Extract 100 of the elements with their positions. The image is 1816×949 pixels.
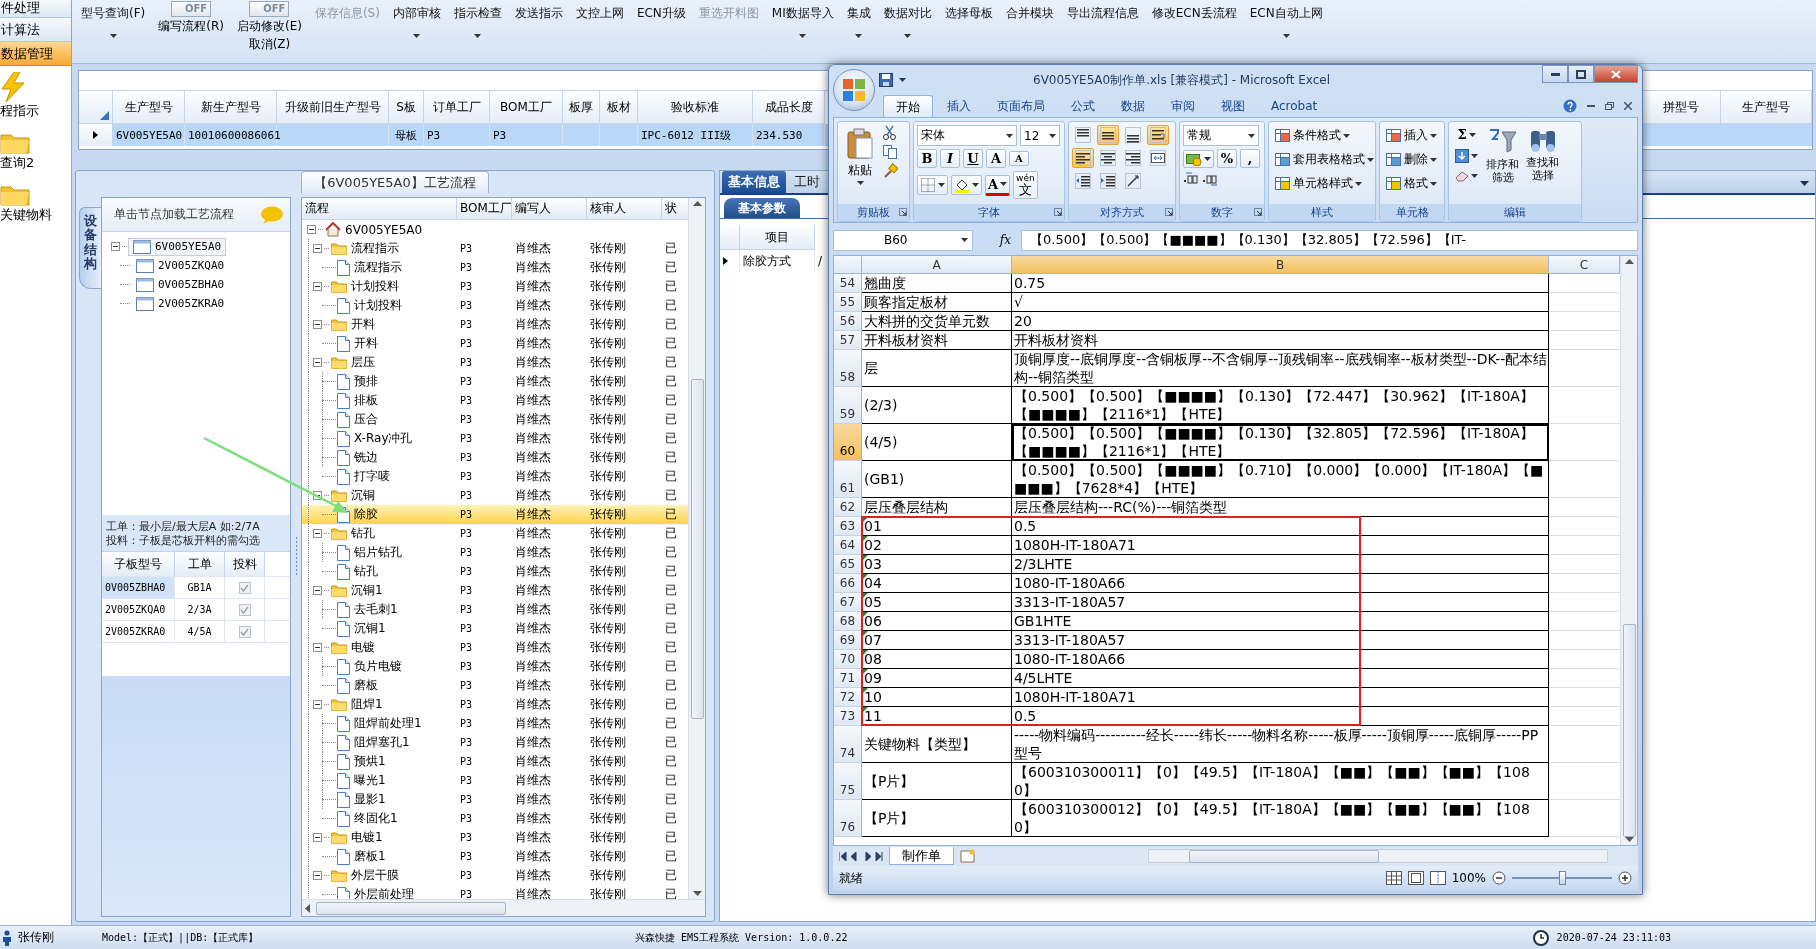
zoom-out-icon[interactable]	[1492, 871, 1506, 885]
page-break-icon[interactable]	[1429, 871, 1446, 885]
column-header[interactable]: BOM工厂	[490, 91, 563, 124]
name-box[interactable]: B60	[833, 229, 973, 251]
tree-row[interactable]: 预烘1 P3 肖维杰 张传刚 已	[302, 752, 688, 771]
autosum-button[interactable]: Σ	[1452, 125, 1481, 144]
column-header[interactable]: 板厚	[563, 91, 600, 124]
row-header[interactable]: 54	[834, 274, 862, 293]
expander-icon[interactable]	[313, 833, 322, 842]
minimize-button[interactable]	[1542, 65, 1568, 83]
toolbar-button[interactable]: 取消(Z)	[248, 36, 291, 53]
cells-button[interactable]: 删除	[1383, 149, 1440, 170]
tree-row[interactable]: 电镀 P3 肖维杰 张传刚 已	[302, 638, 688, 657]
slider-thumb[interactable]	[1559, 871, 1566, 885]
column-header[interactable]: 订单工厂	[424, 91, 490, 124]
toolbar-button[interactable]: ECN升级	[636, 0, 686, 22]
expander-icon[interactable]	[313, 643, 322, 652]
ribbon-tab[interactable]: Acrobat	[1259, 95, 1330, 117]
column-header[interactable]: 生产型号	[113, 91, 185, 124]
page-layout-icon[interactable]	[1407, 871, 1424, 885]
shrink-font-button[interactable]: A	[1009, 151, 1029, 166]
column-header[interactable]: 工单	[175, 552, 225, 576]
scissors-icon[interactable]	[882, 125, 898, 141]
toolbar-button[interactable]: 启动修改(E)	[236, 18, 302, 35]
format-button[interactable]	[1122, 148, 1144, 168]
tree-row[interactable]: 磨板 P3 肖维杰 张传刚 已	[302, 676, 688, 695]
scrollbar[interactable]	[1620, 256, 1637, 845]
toolbar-button[interactable]: ECN自动上网	[1249, 0, 1323, 38]
nav-item[interactable]: 件处理	[0, 0, 71, 18]
toolbar-button[interactable]: 修改ECN丢流程	[1151, 0, 1237, 22]
ribbon-tab[interactable]: 页面布局	[985, 95, 1057, 117]
tree-row[interactable]: 电镀1 P3 肖维杰 张传刚 已	[302, 828, 688, 847]
expander-icon[interactable]	[313, 244, 322, 253]
row-header[interactable]: 72	[834, 688, 862, 707]
ribbon-tab[interactable]: 插入	[935, 95, 983, 117]
row-header[interactable]: 59	[834, 387, 862, 424]
brush-icon[interactable]	[882, 163, 898, 179]
column-header[interactable]: 子板型号	[102, 552, 175, 576]
row-header[interactable]: 61	[834, 461, 862, 498]
selected-cell[interactable]: 【0.500】【0.500】【■■■■】【0.130】【32.805】【72.596】【IT-180A】【■■■■】【2116*1】【HTE】	[1012, 424, 1549, 461]
toolbar-button[interactable]: 集成	[846, 0, 871, 38]
toolbar-button[interactable]: 导出流程信息	[1066, 0, 1139, 22]
row-header[interactable]: 65	[834, 555, 862, 574]
comma-button[interactable]: ,	[1240, 149, 1260, 168]
column-header[interactable]: 拼型号	[1641, 91, 1721, 124]
tree-row[interactable]: 曝光1 P3 肖维杰 张传刚 已	[302, 771, 688, 790]
column-header[interactable]: S板	[389, 91, 424, 124]
format-button[interactable]	[1147, 125, 1169, 145]
splitter-grip-icon[interactable]	[294, 537, 298, 577]
currency-button[interactable]	[1183, 149, 1214, 168]
expander-icon[interactable]	[111, 242, 120, 251]
format-button[interactable]	[1122, 125, 1144, 145]
ribbon-tab[interactable]: 公式	[1059, 95, 1107, 117]
row-header[interactable]: 60	[834, 424, 862, 461]
toolbar-button[interactable]: 文控上网	[575, 0, 624, 22]
tree-row[interactable]: 计划投料 P3 肖维杰 张传刚 已	[302, 296, 688, 315]
close-button[interactable]	[1594, 65, 1638, 83]
toolbar-button[interactable]: 编写流程(R)	[158, 18, 224, 35]
nav-tool[interactable]: 关键物料	[0, 176, 71, 228]
toolbar-button[interactable]: 内部审核	[392, 0, 441, 38]
bold-button[interactable]: B	[917, 149, 937, 168]
tree-row[interactable]: 沉铜1 P3 肖维杰 张传刚 已	[302, 581, 688, 600]
style-button[interactable]: 套用表格格式	[1272, 149, 1377, 170]
fill-button[interactable]	[1452, 147, 1481, 165]
tree-row[interactable]: 除胶 P3 肖维杰 张传刚 已	[302, 505, 688, 524]
cells-button[interactable]: 格式	[1383, 173, 1440, 194]
ribbon-tab[interactable]: 开始	[883, 95, 933, 117]
scrollbar[interactable]	[302, 899, 705, 916]
tree-row[interactable]: 计划投料 P3 肖维杰 张传刚 已	[302, 277, 688, 296]
column-header[interactable]: 编写人	[512, 198, 587, 220]
tree-row[interactable]: 流程指示 P3 肖维杰 张传刚 已	[302, 239, 688, 258]
panel-tab[interactable]: 【6V005YE5A0】工艺流程	[301, 171, 489, 193]
save-icon[interactable]	[879, 73, 893, 87]
tree-row[interactable]: 磨板1 P3 肖维杰 张传刚 已	[302, 847, 688, 866]
border-button[interactable]	[917, 175, 948, 195]
column-header[interactable]: 项目	[740, 225, 815, 250]
row-header[interactable]: 69	[834, 631, 862, 650]
underline-button[interactable]: U	[963, 149, 983, 168]
phonetic-button[interactable]: wén 文	[1013, 171, 1038, 199]
expander-icon[interactable]	[313, 871, 322, 880]
column-header[interactable]: BOM工厂	[457, 198, 512, 220]
tree-row[interactable]: 阻焊1 P3 肖维杰 张传刚 已	[302, 695, 688, 714]
tree-row[interactable]: 排板 P3 肖维杰 张传刚 已	[302, 391, 688, 410]
tree-row[interactable]: 显影1 P3 肖维杰 张传刚 已	[302, 790, 688, 809]
scrollbar[interactable]	[688, 198, 705, 899]
format-button[interactable]	[1072, 148, 1094, 168]
style-button[interactable]: 单元格样式	[1272, 173, 1377, 194]
launcher-icon[interactable]	[1165, 208, 1173, 216]
scrollbar[interactable]	[1148, 849, 1608, 863]
format-button[interactable]	[1147, 148, 1169, 168]
number-format-field[interactable]: 常规	[1183, 125, 1259, 146]
function-button[interactable]: fx	[977, 233, 1017, 247]
row-header[interactable]: 76	[834, 800, 862, 837]
column-header[interactable]: A	[862, 256, 1012, 274]
toolbar-button[interactable]: 型号查询(F)	[81, 0, 146, 38]
column-header[interactable]: 板材	[600, 91, 638, 124]
column-header[interactable]: 状	[662, 198, 688, 220]
expander-icon[interactable]	[313, 586, 322, 595]
sheet-navigation-icon[interactable]	[839, 851, 883, 861]
nav-tool[interactable]: 程指示	[0, 66, 71, 124]
